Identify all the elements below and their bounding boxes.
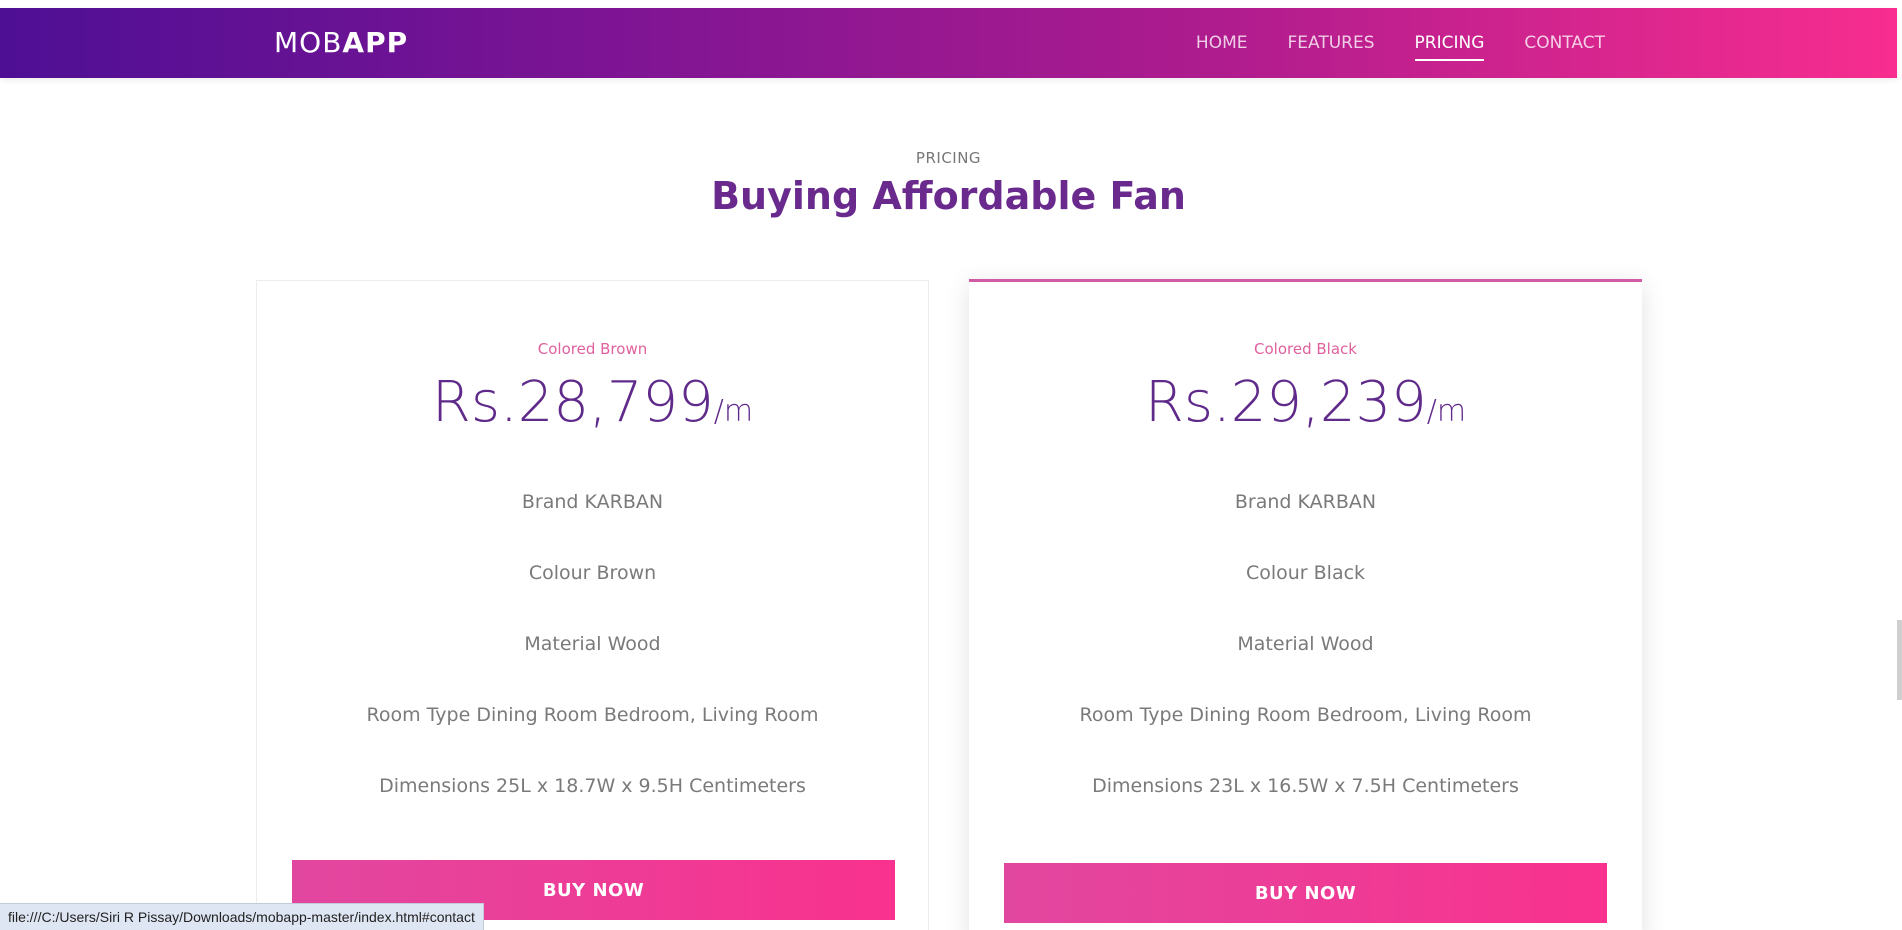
feature-item: Brand KARBAN (521, 491, 664, 513)
price-amount: Rs.28,799 (431, 370, 714, 435)
feature-item: Brand KARBAN (1234, 491, 1377, 513)
feature-list: Brand KARBAN Colour Black Material Wood … (969, 490, 1642, 845)
brand-bold: APP (342, 26, 409, 59)
price: Rs.29,239/m (969, 373, 1642, 442)
feature-item: Colour Black (1245, 562, 1366, 584)
section-title: Buying Affordable Fan (711, 174, 1186, 218)
main-nav: HOME FEATURES PRICING CONTACT (1156, 31, 1605, 61)
price-unit: /m (713, 394, 754, 429)
feature-item: Material Wood (1237, 633, 1374, 655)
plan-name: Colored Black (1254, 340, 1357, 358)
pricing-card-black: Colored Black Rs.29,239/m Brand KARBAN C… (969, 279, 1642, 930)
feature-item: Colour Brown (528, 562, 657, 584)
price-amount: Rs.29,239 (1144, 370, 1427, 435)
brand-logo[interactable]: MOBAPP (274, 28, 408, 58)
section-tag: PRICING (915, 149, 982, 167)
price: Rs.28,799/m (257, 373, 928, 442)
plan-name: Colored Brown (537, 340, 648, 358)
feature-item: Material Wood (524, 633, 661, 655)
nav-link-features[interactable]: FEATURES (1288, 31, 1375, 61)
pricing-card-brown: Colored Brown Rs.28,799/m Brand KARBAN C… (256, 280, 929, 930)
scrollbar-thumb[interactable] (1897, 620, 1902, 700)
price-unit: /m (1426, 394, 1467, 429)
brand-light: MOB (274, 26, 343, 59)
nav-link-home[interactable]: HOME (1196, 31, 1248, 61)
browser-status-bar: file:///C:/Users/Siri R Pissay/Downloads… (0, 903, 484, 930)
feature-item: Dimensions 25L x 18.7W x 9.5H Centimeter… (379, 775, 806, 797)
navbar: MOBAPP HOME FEATURES PRICING CONTACT (0, 8, 1897, 78)
feature-item: Room Type Dining Room Bedroom, Living Ro… (366, 704, 819, 726)
feature-item: Dimensions 23L x 16.5W x 7.5H Centimeter… (1092, 775, 1519, 797)
buy-now-button[interactable]: BUY NOW (1004, 863, 1607, 923)
feature-item: Room Type Dining Room Bedroom, Living Ro… (1079, 704, 1532, 726)
nav-link-pricing[interactable]: PRICING (1414, 31, 1485, 61)
nav-link-contact[interactable]: CONTACT (1524, 31, 1605, 61)
feature-list: Brand KARBAN Colour Brown Material Wood … (257, 490, 928, 845)
